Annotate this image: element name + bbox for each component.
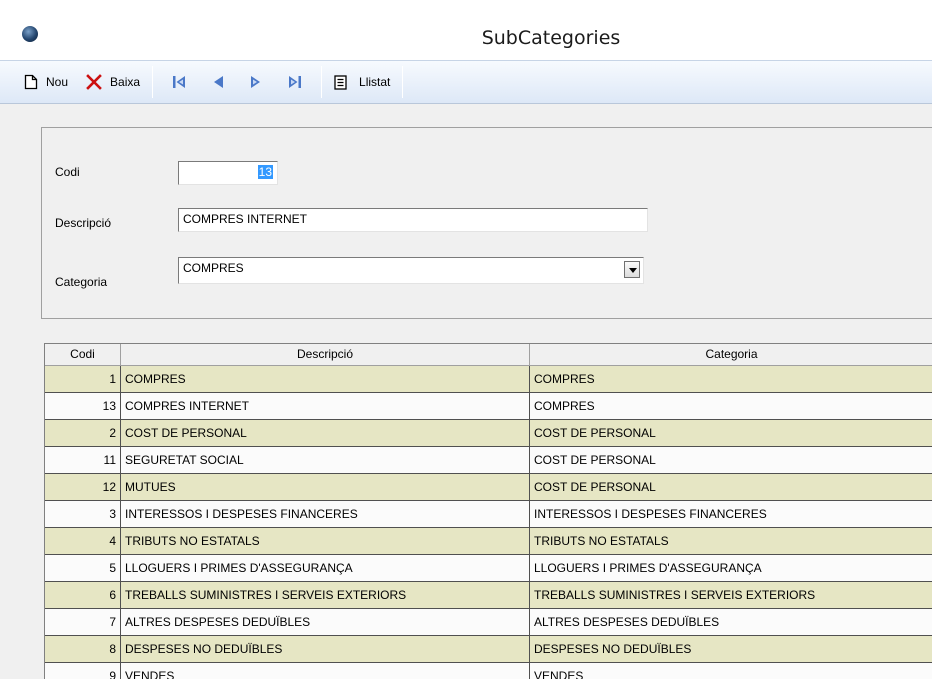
first-record-button[interactable] [159, 67, 199, 97]
list-button[interactable]: Llistat [328, 67, 396, 97]
cell-categoria[interactable]: TREBALLS SUMINISTRES I SERVEIS EXTERIORS [530, 582, 932, 609]
next-record-button[interactable] [237, 67, 275, 97]
first-record-icon [173, 76, 186, 88]
cell-descripcio[interactable]: VENDES [121, 663, 530, 679]
chevron-down-icon [629, 268, 637, 273]
cell-descripcio[interactable]: COST DE PERSONAL [121, 420, 530, 447]
new-button[interactable]: Nou [18, 67, 74, 97]
cell-descripcio[interactable]: ALTRES DESPESES DEDUÏBLES [121, 609, 530, 636]
cell-categoria[interactable]: LLOGUERS I PRIMES D'ASSEGURANÇA [530, 555, 932, 582]
cell-categoria[interactable]: TRIBUTS NO ESTATALS [530, 528, 932, 555]
title-bar: SubCategories [0, 0, 932, 60]
list-report-icon [334, 74, 347, 90]
toolbar-separator [321, 66, 323, 98]
cell-categoria[interactable]: COMPRES [530, 366, 932, 393]
descripcio-value: COMPRES INTERNET [183, 212, 308, 226]
cell-descripcio[interactable]: TRIBUTS NO ESTATALS [121, 528, 530, 555]
last-record-button[interactable] [275, 67, 315, 97]
cell-categoria[interactable]: COST DE PERSONAL [530, 420, 932, 447]
table-row[interactable]: 3 INTERESSOS I DESPESES FINANCERES INTERES… [45, 501, 932, 528]
cell-codi[interactable]: 7 [45, 609, 121, 636]
categoria-dropdown-button[interactable] [624, 261, 640, 278]
cell-categoria[interactable]: DESPESES NO DEDUÏBLES [530, 636, 932, 663]
delete-button-label: Baixa [110, 75, 141, 89]
delete-button[interactable]: Baixa [80, 67, 146, 97]
table-row[interactable]: 11 SEGURETAT SOCIAL COST DE PERSONAL [45, 447, 932, 474]
cell-categoria[interactable]: COMPRES [530, 393, 932, 420]
cell-descripcio[interactable]: TREBALLS SUMINISTRES I SERVEIS EXTERIORS [121, 582, 530, 609]
categoria-label: Categoria [55, 275, 108, 289]
cell-descripcio[interactable]: INTERESSOS I DESPESES FINANCERES [121, 501, 530, 528]
toolbar-separator [152, 66, 154, 98]
cell-codi[interactable]: 4 [45, 528, 121, 555]
table-row[interactable]: 5 LLOGUERS I PRIMES D'ASSEGURANÇA LLOGUERS… [45, 555, 932, 582]
delete-x-icon [86, 74, 102, 90]
list-button-label: Llistat [359, 75, 391, 89]
cell-categoria[interactable]: ALTRES DESPESES DEDUÏBLES [530, 609, 932, 636]
table-row[interactable]: 7 ALTRES DESPESES DEDUÏBLES ALTRES DESPESE… [45, 609, 932, 636]
cell-categoria[interactable]: VENDES [530, 663, 932, 679]
categoria-value: COMPRES [183, 261, 244, 275]
cell-codi[interactable]: 3 [45, 501, 121, 528]
column-header-codi[interactable]: Codi [45, 344, 121, 366]
codi-value: 13 [257, 165, 273, 179]
column-header-descripcio[interactable]: Descripció [121, 344, 530, 366]
table-row[interactable]: 12 MUTUES COST DE PERSONAL [45, 474, 932, 501]
previous-record-icon [214, 76, 224, 88]
edit-form-panel: Codi 13 Descripció COMPRES INTERNET Cate… [41, 127, 932, 319]
subcategories-grid[interactable]: Codi Descripció Categoria 1 COMPRES COMPRE… [44, 343, 932, 679]
cell-descripcio[interactable]: DESPESES NO DEDUÏBLES [121, 636, 530, 663]
codi-label: Codi [55, 165, 80, 179]
cell-codi[interactable]: 13 [45, 393, 121, 420]
table-row[interactable]: 13 COMPRES INTERNET COMPRES [45, 393, 932, 420]
categoria-select[interactable]: COMPRES [178, 257, 644, 284]
table-row[interactable]: 9 VENDES VENDES [45, 663, 932, 679]
cell-codi[interactable]: 2 [45, 420, 121, 447]
cell-descripcio[interactable]: LLOGUERS I PRIMES D'ASSEGURANÇA [121, 555, 530, 582]
toolbar-separator [402, 66, 404, 98]
table-row[interactable]: 1 COMPRES COMPRES [45, 366, 932, 393]
window-title: SubCategories [481, 27, 621, 49]
cell-descripcio[interactable]: COMPRES [121, 366, 530, 393]
cell-categoria[interactable]: INTERESSOS I DESPESES FINANCERES [530, 501, 932, 528]
cell-codi[interactable]: 12 [45, 474, 121, 501]
cell-codi[interactable]: 1 [45, 366, 121, 393]
table-row[interactable]: 2 COST DE PERSONAL COST DE PERSONAL [45, 420, 932, 447]
column-header-categoria[interactable]: Categoria [530, 344, 932, 366]
next-record-icon [251, 76, 261, 88]
cell-codi[interactable]: 5 [45, 555, 121, 582]
cell-codi[interactable]: 8 [45, 636, 121, 663]
table-row[interactable]: 6 TREBALLS SUMINISTRES I SERVEIS EXTERIOR… [45, 582, 932, 609]
grid-header-row: Codi Descripció Categoria [45, 344, 932, 366]
cell-categoria[interactable]: COST DE PERSONAL [530, 447, 932, 474]
new-document-icon [24, 74, 38, 90]
previous-record-button[interactable] [199, 67, 237, 97]
cell-codi[interactable]: 11 [45, 447, 121, 474]
last-record-icon [289, 76, 302, 88]
toolbar: Nou Baixa Llistat [0, 60, 932, 104]
new-button-label: Nou [46, 75, 69, 89]
codi-field[interactable]: 13 [178, 161, 278, 185]
cell-descripcio[interactable]: MUTUES [121, 474, 530, 501]
cell-descripcio[interactable]: COMPRES INTERNET [121, 393, 530, 420]
table-row[interactable]: 8 DESPESES NO DEDUÏBLES DESPESES NO DEDUÏB… [45, 636, 932, 663]
descripcio-field[interactable]: COMPRES INTERNET [178, 208, 648, 232]
table-row[interactable]: 4 TRIBUTS NO ESTATALS TRIBUTS NO ESTATALS [45, 528, 932, 555]
descripcio-label: Descripció [55, 216, 112, 230]
cell-codi[interactable]: 9 [45, 663, 121, 679]
cell-descripcio[interactable]: SEGURETAT SOCIAL [121, 447, 530, 474]
cell-categoria[interactable]: COST DE PERSONAL [530, 474, 932, 501]
cell-codi[interactable]: 6 [45, 582, 121, 609]
